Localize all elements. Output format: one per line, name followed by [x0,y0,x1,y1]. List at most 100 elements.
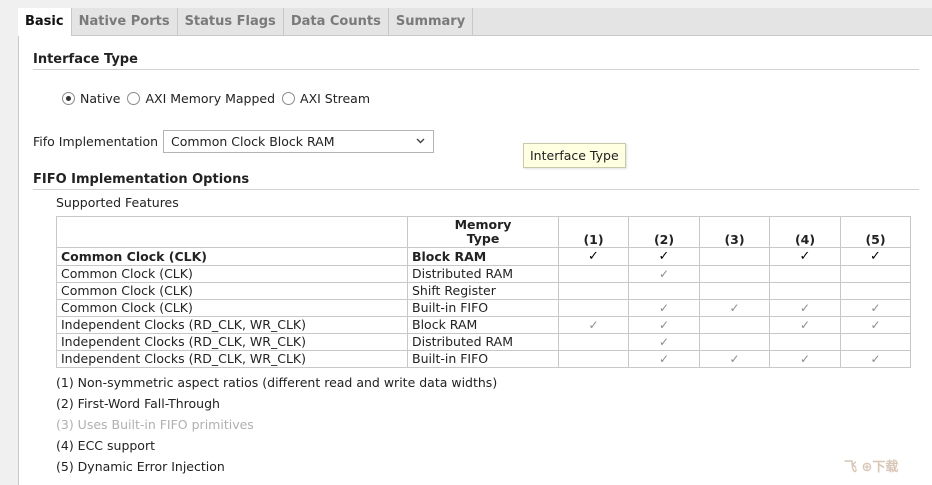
row-memory-cell: Shift Register [407,282,559,300]
tab-basic[interactable]: Basic [18,8,72,36]
row-clock-cell: Independent Clocks (RD_CLK, WR_CLK) [56,350,408,368]
check-icon: ✓ [658,267,670,281]
feature-cell: ✓ [699,350,770,368]
tab-summary[interactable]: Summary [389,8,474,35]
feature-cell [558,299,629,317]
feature-cell [769,333,841,351]
feature-cell: ✓ [840,299,911,317]
fifo-implementation-label: Fifo Implementation [33,134,159,149]
check-icon: ✓ [799,301,811,315]
row-memory-cell: Distributed RAM [407,265,559,283]
supported-features-table: Memory Type (1) (2) (3) (4) (5) Common C… [56,216,911,368]
feature-cell: ✓ [628,247,700,266]
table-header-col-2: (2) [628,216,700,248]
row-clock-cell: Common Clock (CLK) [56,299,408,317]
check-icon: ✓ [870,249,881,264]
feature-cell [558,350,629,368]
table-row: Common Clock (CLK) Built-in FIFO ✓ ✓ ✓ ✓ [56,299,911,317]
check-icon: ✓ [658,352,670,366]
tooltip: Interface Type [523,143,626,168]
table-row: Common Clock (CLK) Shift Register [56,282,911,300]
feature-cell: ✓ [558,316,629,334]
feature-cell: ✓ [628,350,700,368]
feature-cell [840,282,911,300]
check-icon: ✓ [870,352,881,366]
check-icon: ✓ [799,249,811,264]
feature-cell [840,333,911,351]
row-clock-cell: Common Clock (CLK) [56,282,408,300]
table-header-col-3: (3) [699,216,770,248]
check-icon: ✓ [658,301,670,315]
row-memory-cell: Distributed RAM [407,333,559,351]
row-clock-cell: Common Clock (CLK) [56,265,408,283]
radio-native-label: Native [80,91,121,106]
memory-type-header-line: Type [466,231,500,246]
note-4: (4) ECC support [56,438,155,453]
feature-cell: ✓ [769,350,841,368]
check-icon: ✓ [729,301,740,315]
feature-cell: ✓ [769,299,841,317]
tab-native-ports[interactable]: Native Ports [72,8,178,35]
feature-cell [558,333,629,351]
feature-cell [769,282,841,300]
check-icon: ✓ [588,249,599,264]
check-icon: ✓ [658,249,670,264]
radio-axi-stream-circle[interactable] [282,92,296,105]
feature-cell [628,282,700,300]
feature-cell: ✓ [699,299,770,317]
feature-cell [699,316,770,334]
radio-native[interactable]: Native [62,91,120,106]
radio-native-circle[interactable] [62,92,75,105]
feature-cell [558,282,629,300]
feature-cell [699,333,770,351]
fifo-implementation-value: Common Clock Block RAM [171,134,335,149]
memory-type-header-line: Memory [454,217,512,232]
radio-axi-memory-mapped-circle[interactable] [127,92,141,105]
divider [33,69,919,70]
feature-cell [558,265,629,283]
table-row: Independent Clocks (RD_CLK, WR_CLK) Built… [56,350,911,368]
chevron-down-icon [416,138,425,144]
row-clock-cell: Independent Clocks (RD_CLK, WR_CLK) [56,316,408,334]
check-icon: ✓ [658,335,670,349]
radio-axi-memory-mapped[interactable]: AXI Memory Mapped [127,91,275,106]
radio-axi-memory-mapped-label: AXI Memory Mapped [145,91,276,106]
check-icon: ✓ [588,318,599,332]
interface-type-radio-group: Native AXI Memory Mapped AXI Stream [62,91,377,106]
feature-cell: ✓ [558,247,629,266]
table-row: Independent Clocks (RD_CLK, WR_CLK) Distr… [56,333,911,351]
check-icon: ✓ [799,318,811,332]
feature-cell: ✓ [840,247,911,266]
feature-cell [840,265,911,283]
row-memory-cell: Block RAM [407,247,559,266]
fifo-implementation-select[interactable]: Common Clock Block RAM [163,130,434,153]
feature-cell: ✓ [840,350,911,368]
feature-cell: ✓ [840,316,911,334]
check-icon: ✓ [658,318,670,332]
feature-cell [699,282,770,300]
interface-type-title: Interface Type [33,52,138,67]
note-2: (2) First-Word Fall-Through [56,396,220,411]
tab-status-flags[interactable]: Status Flags [178,8,284,35]
table-header-clock [56,216,408,248]
radio-axi-stream[interactable]: AXI Stream [282,91,370,106]
table-row: Common Clock (CLK) Distributed RAM ✓ [56,265,911,283]
table-row: Common Clock (CLK) Block RAM ✓ ✓ ✓ ✓ [56,247,911,266]
check-icon: ✓ [729,352,740,366]
check-icon: ✓ [799,352,811,366]
row-memory-cell: Block RAM [407,316,559,334]
note-5: (5) Dynamic Error Injection [56,459,225,474]
note-3: (3) Uses Built-in FIFO primitives [56,417,254,432]
feature-cell [699,247,770,266]
table-header-memory-type: Memory Type [407,216,559,248]
feature-notes: (1) Non-symmetric aspect ratios (differe… [56,372,497,477]
feature-cell: ✓ [769,316,841,334]
table-body: Common Clock (CLK) Block RAM ✓ ✓ ✓ ✓ Common Cl… [56,247,911,368]
tab-data-counts[interactable]: Data Counts [284,8,389,35]
row-memory-cell: Built-in FIFO [407,299,559,317]
note-1: (1) Non-symmetric aspect ratios (differe… [56,375,498,390]
feature-cell: ✓ [628,299,700,317]
feature-cell [699,265,770,283]
feature-cell: ✓ [769,247,841,266]
feature-cell: ✓ [628,333,700,351]
